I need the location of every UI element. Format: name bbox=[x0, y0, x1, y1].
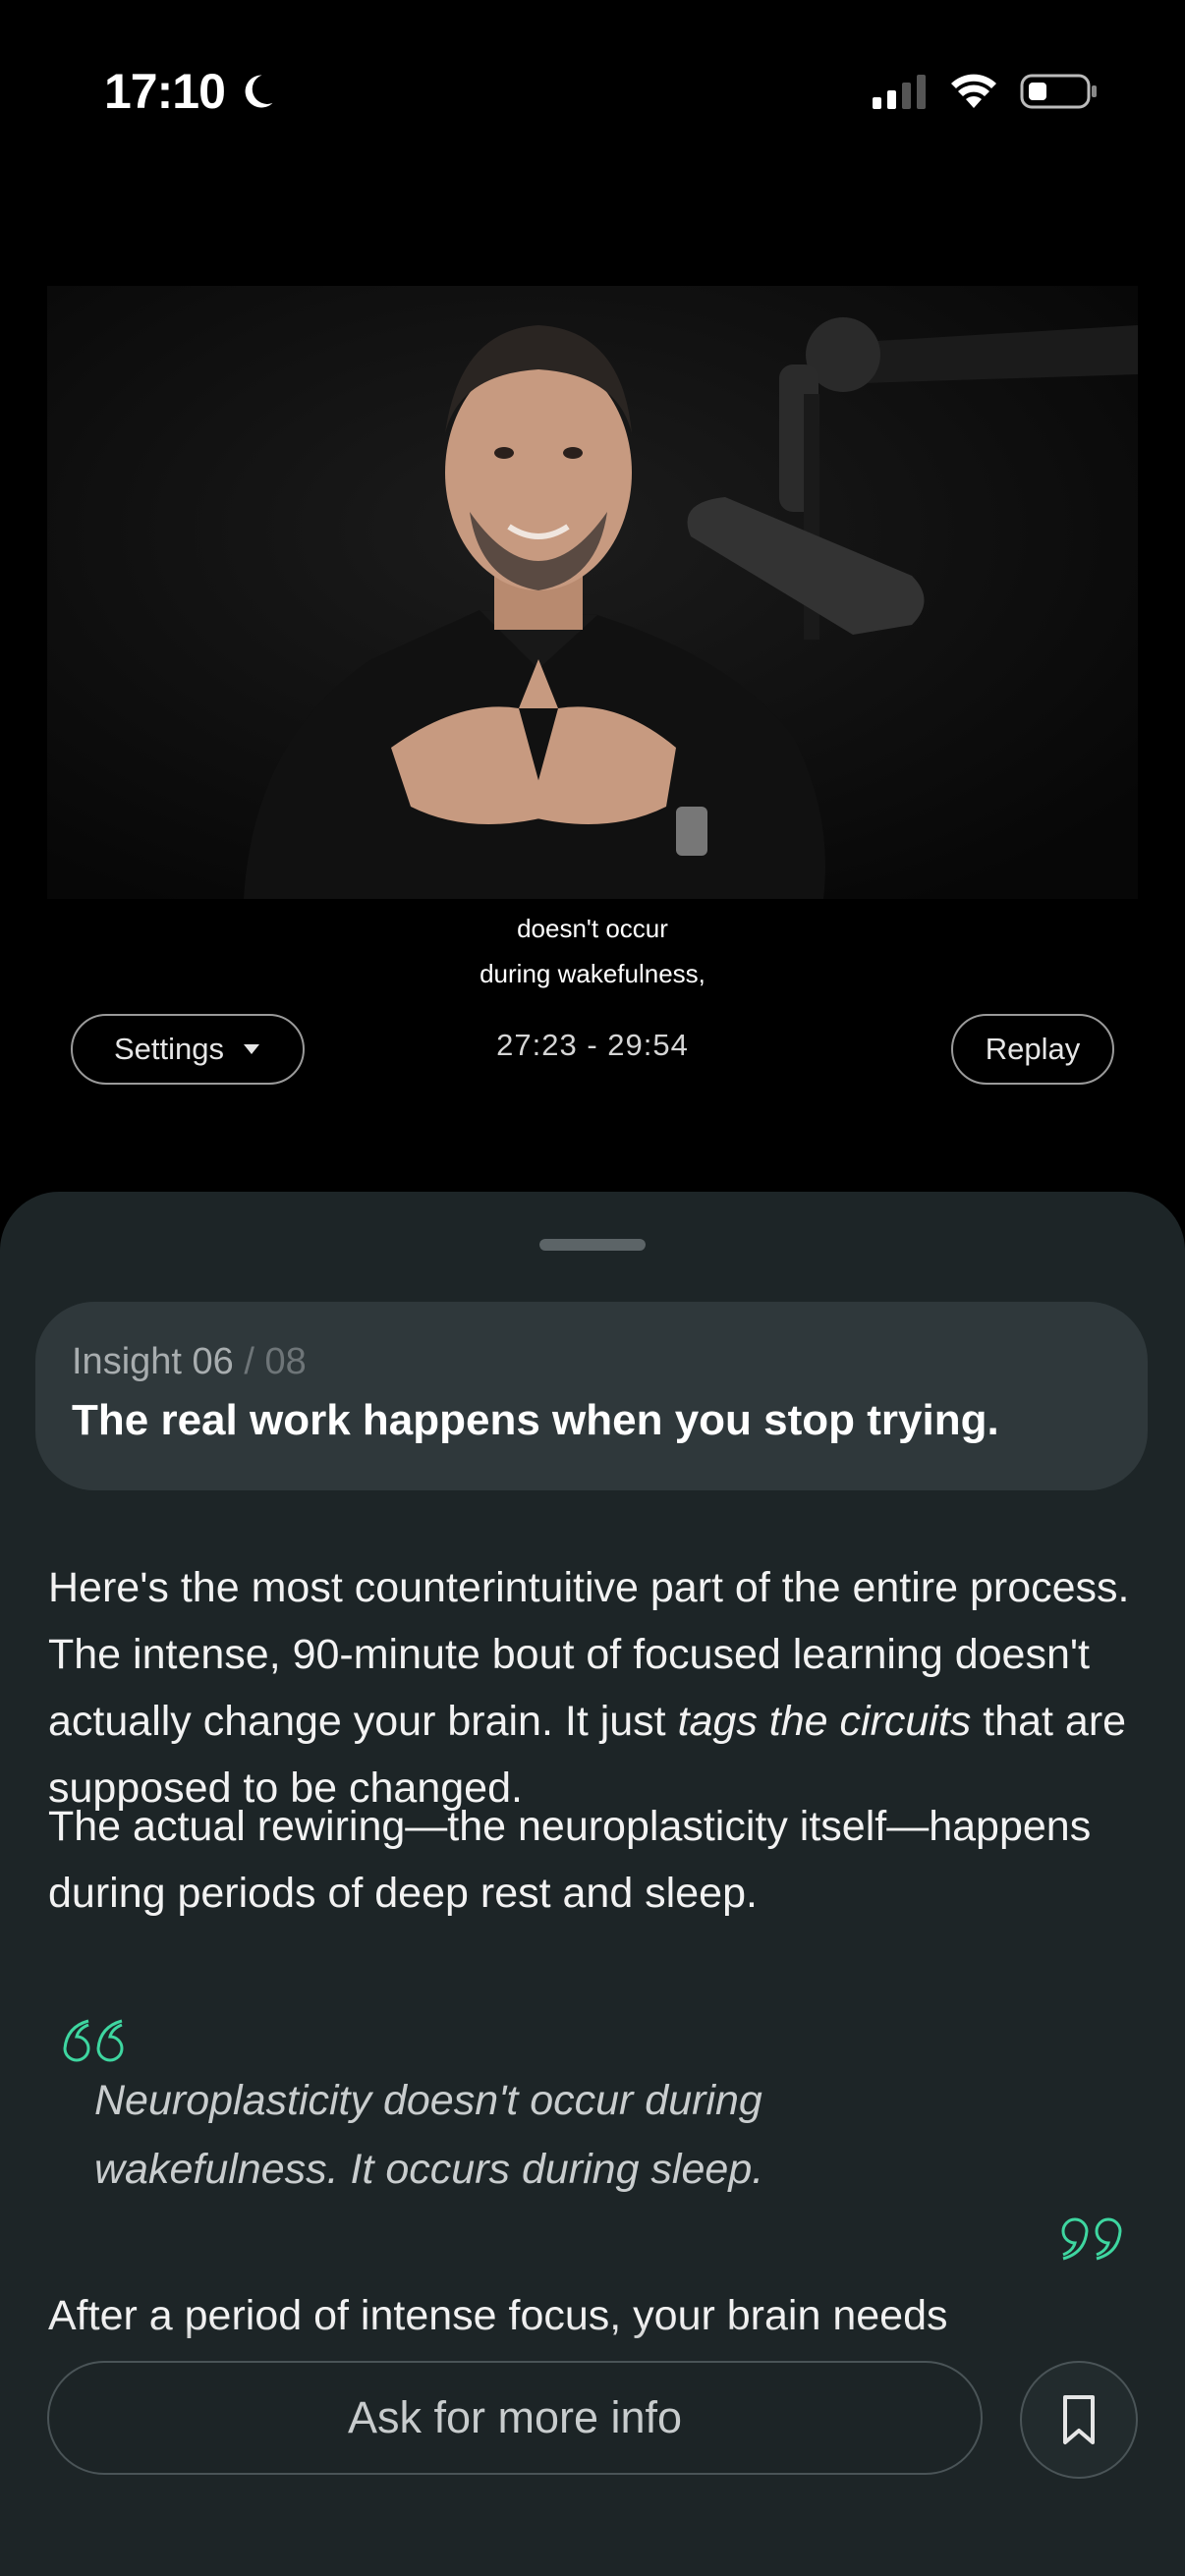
status-icons bbox=[873, 73, 1099, 110]
replay-button[interactable]: Replay bbox=[951, 1014, 1114, 1085]
insight-header-card: Insight 06 / 08 The real work happens wh… bbox=[35, 1302, 1148, 1490]
ask-more-placeholder: Ask for more info bbox=[347, 2392, 683, 2442]
video-player[interactable] bbox=[47, 286, 1138, 899]
video-frame bbox=[47, 286, 1138, 899]
status-time: 17:10 bbox=[104, 63, 278, 120]
close-quote-icon bbox=[1061, 2217, 1122, 2261]
bookmark-button[interactable] bbox=[1020, 2361, 1138, 2479]
ask-more-input[interactable]: Ask for more info bbox=[47, 2361, 983, 2475]
insight-sheet: Insight 06 / 08 The real work happens wh… bbox=[0, 1192, 1185, 2576]
battery-icon bbox=[1020, 74, 1097, 109]
insight-counter: Insight 06 / 08 bbox=[72, 1341, 307, 1383]
wifi-icon bbox=[951, 74, 996, 108]
replay-label: Replay bbox=[985, 1032, 1081, 1066]
paragraph-2: The actual rewiring—the neuroplasticity … bbox=[48, 1803, 1092, 1917]
clock-text: 17:10 bbox=[104, 64, 226, 119]
drag-handle[interactable] bbox=[539, 1239, 646, 1251]
caption-line-2: during wakefulness, bbox=[472, 951, 713, 996]
insight-number: Insight 06 bbox=[72, 1341, 234, 1382]
bookmark-icon bbox=[1063, 2395, 1095, 2444]
pull-quote: Neuroplasticity doesn't occur during wak… bbox=[94, 2077, 764, 2193]
insight-total: / 08 bbox=[244, 1341, 307, 1382]
paragraph-1: Here's the most counterintuitive part of… bbox=[48, 1554, 1139, 1821]
insight-title: The real work happens when you stop tryi… bbox=[72, 1396, 999, 1444]
cellular-signal-icon bbox=[873, 75, 926, 109]
open-quote-icon bbox=[63, 2019, 124, 2062]
paragraph-1-emphasis: tags the circuits bbox=[677, 1698, 972, 1745]
video-captions: doesn't occur during wakefulness, bbox=[0, 906, 1185, 996]
status-bar: 17:10 bbox=[0, 0, 1185, 196]
caption-line-1: doesn't occur bbox=[509, 906, 676, 951]
moon-icon bbox=[245, 75, 273, 108]
